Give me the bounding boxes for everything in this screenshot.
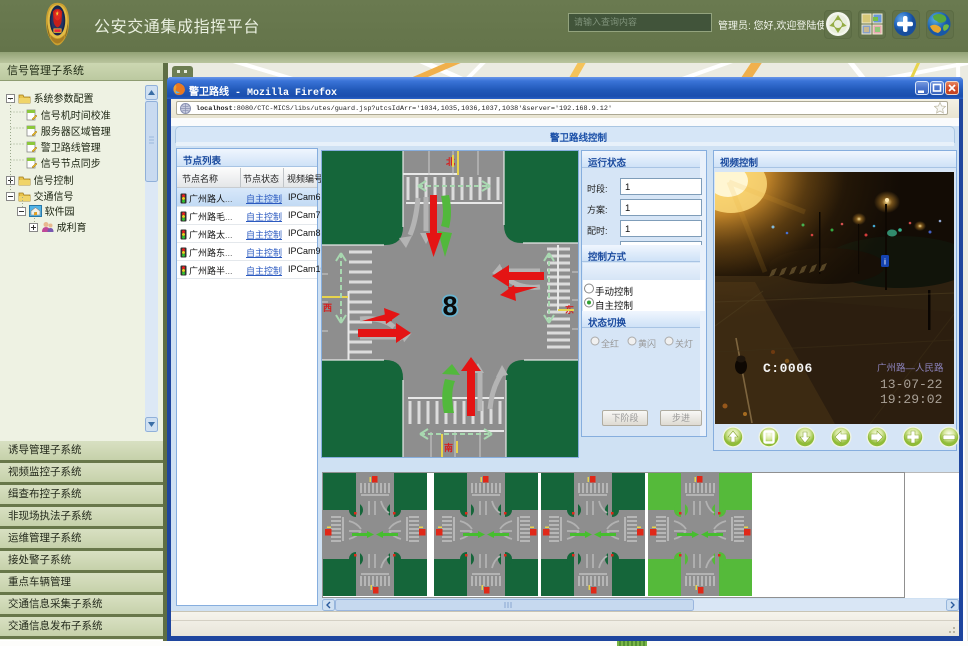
svg-text:广州路—人民路: 广州路—人民路	[877, 362, 944, 374]
svg-text:13-07-22: 13-07-22	[880, 377, 942, 392]
svg-text:i: i	[884, 258, 886, 267]
svg-text:C:0006: C:0006	[763, 361, 813, 376]
svg-text:南: 南	[444, 442, 453, 453]
svg-text:8: 8	[442, 291, 457, 321]
svg-text:西: 西	[323, 303, 332, 313]
svg-text:19:29:02: 19:29:02	[880, 392, 942, 407]
